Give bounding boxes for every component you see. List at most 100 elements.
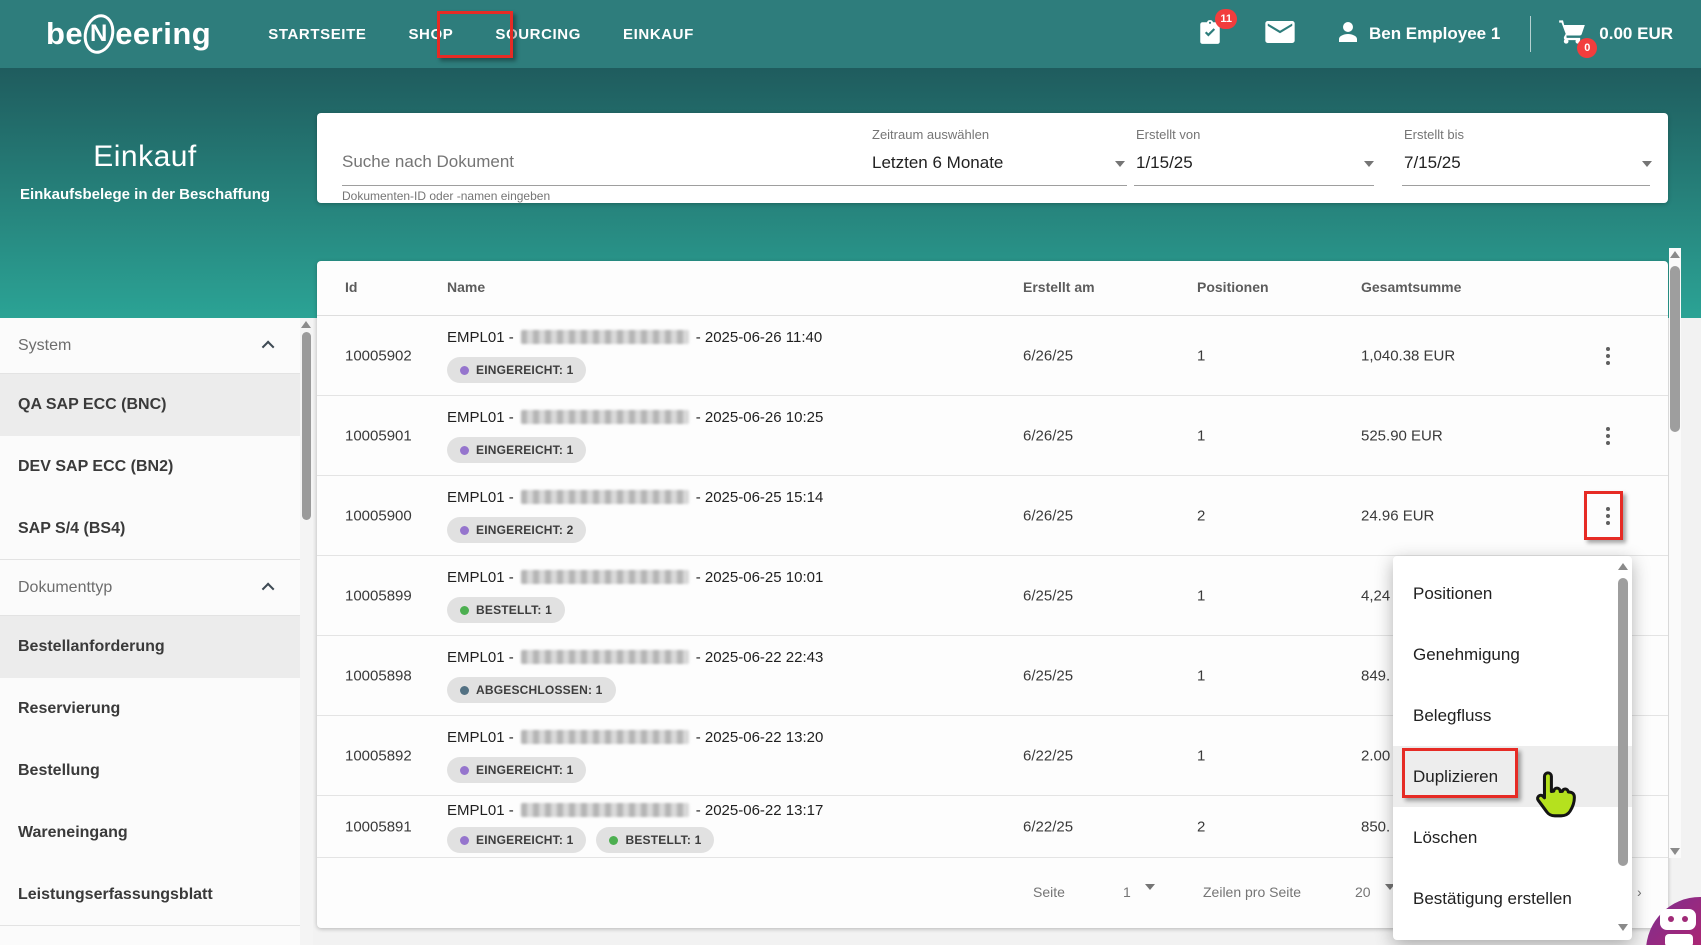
row-actions-kebab-icon[interactable] (1600, 341, 1616, 371)
annotation-box-duplizieren (1402, 748, 1518, 798)
menu-item-positionen[interactable]: Positionen (1393, 563, 1632, 624)
sidebar-item-bestellung[interactable]: Bestellung (0, 740, 300, 802)
sidebar-item-wareneingang[interactable]: Wareneingang (0, 802, 300, 864)
page-subtitle: Einkaufsbelege in der Beschaffung (19, 186, 271, 203)
document-id: 10005902 (345, 347, 412, 364)
document-id: 10005899 (345, 587, 412, 604)
rows-per-page-select[interactable]: 20 (1355, 884, 1371, 900)
table-row[interactable]: 10005901 EMPL01 -- 2025-06-26 10:25 EING… (317, 396, 1668, 476)
beneering-logo[interactable]: be Neering (46, 10, 212, 58)
document-id: 10005900 (345, 507, 412, 524)
sidebar-item-leistungserfassungsblatt[interactable]: Leistungserfassungsblatt (0, 864, 300, 926)
redacted-email (520, 330, 689, 344)
total-amount: 525.90 EUR (1361, 427, 1443, 444)
cart-button[interactable]: 0 0.00 EUR (1557, 18, 1673, 58)
scroll-up-icon[interactable] (1670, 251, 1680, 258)
next-page-button[interactable]: › (1637, 884, 1642, 900)
chevron-down-icon[interactable] (1642, 161, 1652, 167)
scroll-up-icon[interactable] (1618, 563, 1628, 570)
chevron-up-icon (261, 340, 275, 354)
document-id: 10005891 (345, 818, 412, 835)
logo-suffix: eering (115, 16, 212, 51)
status-chip: BESTELLT: 1 (596, 827, 715, 853)
column-header-positions: Positionen (1197, 279, 1269, 295)
status-chip: BESTELLT: 1 (447, 597, 565, 623)
page-select[interactable]: 1 (1123, 884, 1131, 900)
table-row[interactable]: 10005902 EMPL01 -- 2025-06-26 11:40 EING… (317, 316, 1668, 396)
section-title: System (18, 336, 72, 354)
chevron-down-icon[interactable] (1145, 884, 1155, 890)
sidebar-item-bestellanforderung[interactable]: Bestellanforderung (0, 616, 300, 678)
sidebar-section-system[interactable]: System (0, 318, 300, 374)
redacted-email (520, 730, 689, 744)
filter-sidebar: System QA SAP ECC (BNC) DEV SAP ECC (BN2… (0, 318, 300, 945)
positions-count: 1 (1197, 347, 1206, 364)
status-dot-icon (460, 835, 469, 845)
logo-n-icon: N (79, 10, 119, 58)
redacted-email (520, 803, 689, 817)
sidebar-item-dev-sap-ecc-bn2[interactable]: DEV SAP ECC (BN2) (0, 436, 300, 498)
redacted-email (520, 410, 689, 424)
sidebar-scrollbar-thumb[interactable] (302, 332, 311, 520)
messages-button[interactable] (1265, 20, 1295, 48)
tasks-button[interactable]: 11 (1197, 8, 1237, 52)
created-date: 6/26/25 (1023, 347, 1074, 364)
menu-scrollbar[interactable] (1617, 560, 1629, 934)
document-name: EMPL01 -- 2025-06-26 10:25 (447, 409, 824, 426)
sidebar-item-reservierung[interactable]: Reservierung (0, 678, 300, 740)
cart-total: 0.00 EUR (1599, 24, 1673, 43)
positions-count: 1 (1197, 747, 1206, 764)
status-dot-icon (460, 365, 469, 375)
page-scrollbar-thumb[interactable] (1670, 266, 1680, 432)
page-scrollbar[interactable] (1669, 248, 1681, 858)
status-dot-icon (460, 525, 469, 535)
total-amount: 2.00 (1361, 747, 1391, 764)
chevron-down-icon[interactable] (1364, 161, 1374, 167)
topnav-right: 11 Ben Employee 1 0 0.00 EUR (1176, 8, 1673, 58)
menu-item-belegfluss[interactable]: Belegfluss (1393, 685, 1632, 746)
sidebar-scrollbar[interactable] (300, 318, 313, 945)
status-dot-icon (460, 605, 469, 615)
table-row[interactable]: 10005900 EMPL01 -- 2025-06-25 15:14 EING… (317, 476, 1668, 556)
scroll-down-icon[interactable] (1670, 848, 1680, 855)
sidebar-item-sap-s4-bs4[interactable]: SAP S/4 (BS4) (0, 498, 300, 560)
nav-item-einkauf[interactable]: EINKAUF (623, 0, 694, 69)
user-name: Ben Employee 1 (1368, 24, 1501, 43)
nav-item-startseite[interactable]: STARTSEITE (268, 0, 366, 69)
document-name: EMPL01 -- 2025-06-22 13:17 (447, 802, 824, 819)
erstellt-von-label: Erstellt von (1136, 127, 1201, 142)
created-date: 6/26/25 (1023, 427, 1074, 444)
user-menu[interactable]: Ben Employee 1 (1336, 20, 1500, 49)
app-screen: be Neering STARTSEITE SHOP SOURCING EINKA… (0, 0, 1701, 945)
menu-item-genehmigung[interactable]: Genehmigung (1393, 624, 1632, 685)
sidebar-item-qa-sap-ecc-bnc[interactable]: QA SAP ECC (BNC) (0, 374, 300, 436)
sidebar-section-dokumenttyp[interactable]: Dokumenttyp (0, 560, 300, 616)
status-dot-icon (609, 835, 619, 845)
rows-per-page-label: Zeilen pro Seite (1203, 884, 1302, 900)
status-dot-icon (460, 685, 469, 695)
document-name: EMPL01 -- 2025-06-22 13:20 (447, 729, 824, 746)
redacted-email (520, 650, 689, 664)
redacted-email (520, 570, 689, 584)
erstellt-bis-date-field[interactable]: 7/15/25 (1404, 153, 1461, 173)
status-chip: EINGEREICHT: 2 (447, 517, 587, 543)
scroll-up-icon[interactable] (301, 321, 311, 328)
positions-count: 1 (1197, 667, 1206, 684)
scroll-down-icon[interactable] (1618, 924, 1628, 931)
search-input[interactable] (342, 147, 860, 177)
menu-item-loeschen[interactable]: Löschen (1393, 807, 1632, 868)
row-actions-kebab-icon[interactable] (1600, 421, 1616, 451)
document-name: EMPL01 -- 2025-06-26 11:40 (447, 329, 823, 346)
chevron-down-icon[interactable] (1115, 161, 1125, 167)
tasks-badge: 11 (1215, 8, 1237, 29)
erstellt-von-date-field[interactable]: 1/15/25 (1136, 153, 1193, 173)
menu-item-bestaetigung-erstellen[interactable]: Bestätigung erstellen (1393, 868, 1632, 929)
status-chip: EINGEREICHT: 1 (447, 437, 587, 463)
column-header-total: Gesamtsumme (1361, 279, 1462, 295)
menu-scrollbar-thumb[interactable] (1618, 578, 1628, 866)
status-chip: EINGEREICHT: 1 (447, 757, 587, 783)
top-navigation: be Neering STARTSEITE SHOP SOURCING EINKA… (0, 0, 1701, 68)
zeitraum-select[interactable]: Letzten 6 Monate (872, 153, 1003, 173)
created-date: 6/25/25 (1023, 587, 1074, 604)
search-hint: Dokumenten-ID oder -namen eingeben (342, 189, 551, 203)
